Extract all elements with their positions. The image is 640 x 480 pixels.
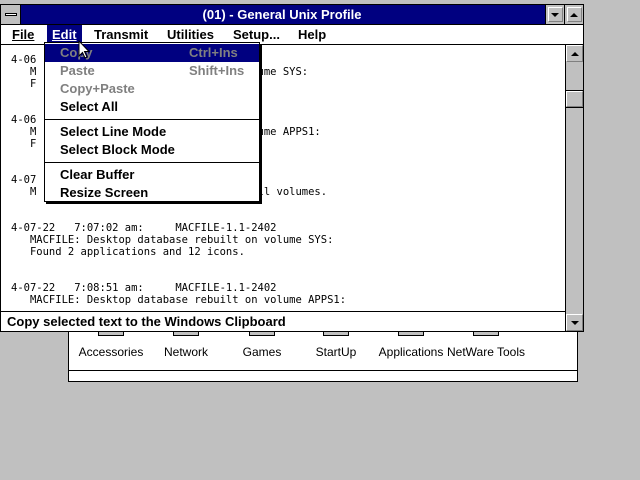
scroll-thumb[interactable] (565, 90, 584, 108)
terminal-line: MACFILE: Desktop database rebuilt on vol… (11, 294, 347, 306)
applications-label[interactable]: Applications (379, 345, 444, 359)
edit-dropdown-menu: Copy Ctrl+Ins Paste Shift+Ins Copy+Paste… (44, 42, 260, 202)
terminal-line: 4-07-22 7:08:51 am: MACFILE-1.1-2402 (11, 282, 277, 294)
terminal-line: 4-07-22 7:07:02 am: MACFILE-1.1-2402 (11, 222, 277, 234)
title-bar[interactable]: (01) - General Unix Profile (1, 5, 583, 25)
games-label[interactable]: Games (243, 345, 282, 359)
menu-item-resize-screen[interactable]: Resize Screen (45, 184, 259, 202)
terminal-line: Found 2 applications and 12 icons. (11, 246, 245, 258)
menu-item-select-block-mode[interactable]: Select Block Mode (45, 141, 259, 159)
terminal-line: MACFILE: Desktop database rebuilt on vol… (11, 234, 334, 246)
netware-tools-label[interactable]: NetWare Tools (447, 345, 525, 359)
menu-item-clear-buffer[interactable]: Clear Buffer (45, 166, 259, 184)
scroll-down-button[interactable] (566, 314, 583, 331)
system-menu-icon (5, 13, 17, 16)
menu-help[interactable]: Help (293, 25, 331, 44)
maximize-arrow-icon (570, 12, 578, 17)
minimize-arrow-icon (551, 12, 559, 17)
menu-item-select-all[interactable]: Select All (45, 98, 259, 116)
group-horizontal-scrollbar[interactable] (69, 370, 577, 381)
menu-item-copy-paste[interactable]: Copy+Paste (45, 80, 259, 98)
status-text: Copy selected text to the Windows Clipbo… (7, 314, 286, 329)
accessories-label[interactable]: Accessories (79, 345, 144, 359)
scroll-up-button[interactable] (566, 45, 583, 62)
menu-item-paste[interactable]: Paste Shift+Ins (45, 62, 259, 80)
window-title: (01) - General Unix Profile (202, 7, 362, 22)
menu-item-select-line-mode[interactable]: Select Line Mode (45, 123, 259, 141)
system-menu-button[interactable] (1, 5, 21, 24)
vertical-scrollbar[interactable] (565, 45, 584, 331)
scroll-up-arrow-icon (570, 51, 579, 56)
minimize-button[interactable] (545, 5, 564, 24)
menu-separator (45, 119, 259, 120)
network-label[interactable]: Network (164, 345, 208, 359)
startup-label[interactable]: StartUp (316, 345, 357, 359)
scroll-down-arrow-icon (570, 320, 579, 325)
menu-file[interactable]: File (7, 25, 39, 44)
maximize-button[interactable] (564, 5, 583, 24)
menu-separator (45, 162, 259, 163)
mouse-pointer-icon (78, 40, 90, 59)
status-bar: Copy selected text to the Windows Clipbo… (1, 311, 565, 331)
